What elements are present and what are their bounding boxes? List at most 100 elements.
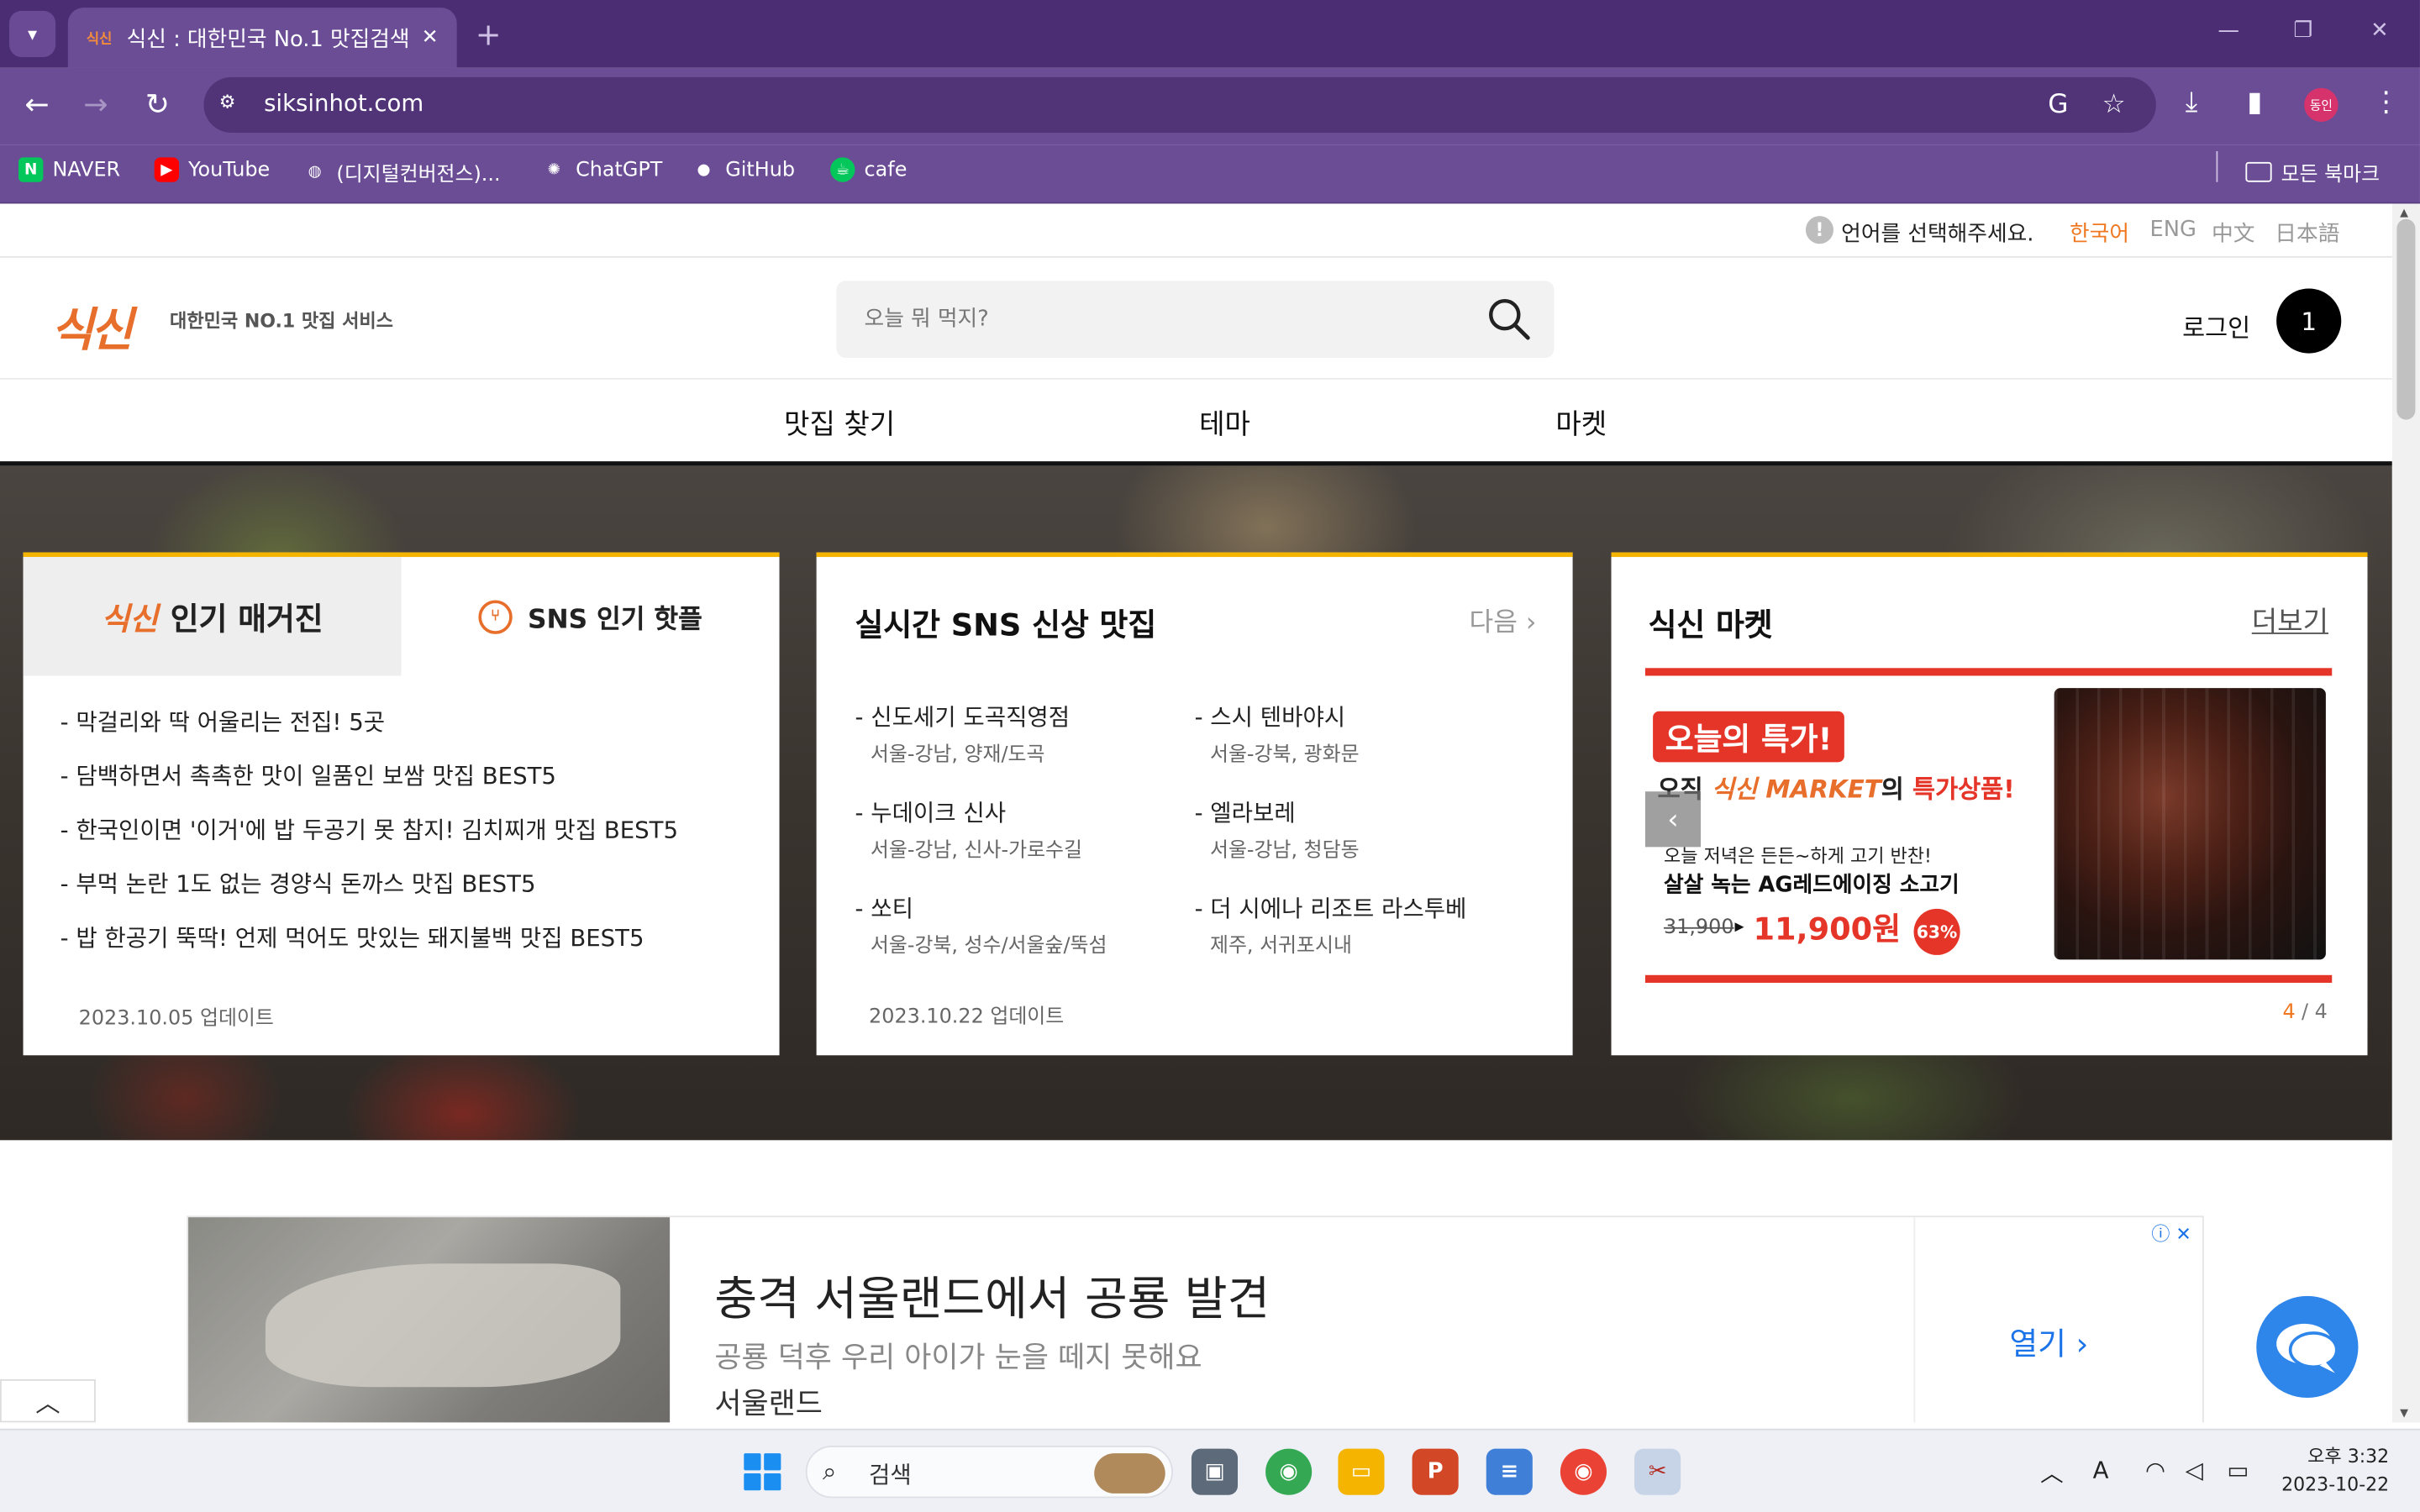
- forward-icon[interactable]: →: [77, 88, 114, 122]
- browser-toolbar: ← → ↻ ⚙ siksinhot.com G ☆ ⤓ ▮ 동인 ⋮: [0, 67, 2420, 145]
- bookmark-youtube[interactable]: ▶ YouTube: [154, 157, 271, 182]
- reload-icon[interactable]: ↻: [139, 88, 176, 122]
- download-icon[interactable]: ⤓: [2186, 87, 2198, 119]
- ad-banner[interactable]: 충격 서울랜드에서 공룡 발견 공룡 덕후 우리 아이가 눈을 떼지 못해요 서…: [187, 1215, 2204, 1423]
- bookmark-star-icon[interactable]: ☆: [2102, 90, 2126, 121]
- scroll-down-icon[interactable]: ▼: [2400, 1407, 2408, 1420]
- google-lens-icon[interactable]: G: [2048, 90, 2068, 121]
- deal-tag: 오늘의 특가!: [1653, 711, 1845, 763]
- nav-theme[interactable]: 테마: [1199, 402, 1250, 443]
- tab-popular-magazine[interactable]: 식신 인기 매거진: [23, 557, 402, 676]
- close-window-icon[interactable]: ✕: [2370, 18, 2389, 43]
- search-icon: ⌕: [822, 1456, 837, 1486]
- lang-japanese[interactable]: 日本語: [2275, 218, 2339, 249]
- sns-item[interactable]: - 더 시에나 리조트 라스투베 제주, 서귀포시내: [1195, 892, 1503, 958]
- magazine-tabs: 식신 인기 매거진 ⑂ SNS 인기 핫플: [23, 557, 780, 676]
- sns-title: 실시간 SNS 신상 맛집: [855, 606, 1157, 643]
- windows-start-icon[interactable]: [744, 1453, 781, 1491]
- sns-item[interactable]: - 스시 텐바야시 서울-강북, 광화문: [1195, 701, 1503, 767]
- windows-taskbar: ⌕ 검색 ▣ ◉ ▭ P ≡ ◉ ✂ ︿ A ◠ ◁ ▭ 오후 3:32 202…: [0, 1428, 2420, 1512]
- sns-item-location: 서울-강북, 성수/서울숲/뚝섬: [870, 935, 1107, 958]
- back-icon[interactable]: ←: [18, 88, 55, 122]
- bookmark-github[interactable]: ● GitHub: [692, 157, 795, 181]
- new-tab-button[interactable]: +: [476, 15, 502, 52]
- sns-item[interactable]: - 신도세기 도곡직영점 서울-강남, 양재/도곡: [855, 701, 1164, 767]
- carousel-prev-icon[interactable]: ‹: [1644, 791, 1702, 848]
- page-scrollbar[interactable]: ▲ ▼: [2391, 203, 2420, 1423]
- chrome-profile-icon[interactable]: ◉: [1560, 1448, 1607, 1495]
- tab-sns-hotplace[interactable]: ⑂ SNS 인기 핫플: [402, 557, 780, 675]
- volume-icon[interactable]: ◁: [2186, 1457, 2203, 1484]
- language-bar: ! 언어를 선택해주세요. 한국어 ENG 中文 日本語: [0, 203, 2392, 258]
- sns-item[interactable]: - 엘라보레 서울-강남, 청담동: [1194, 796, 1503, 862]
- search-icon[interactable]: [1486, 297, 1533, 343]
- tab-label: 인기 매거진: [170, 600, 324, 638]
- notepad-icon[interactable]: ≡: [1486, 1448, 1533, 1495]
- bookmark-label: NAVER: [52, 158, 121, 181]
- siksin-favicon: 식신: [86, 31, 113, 48]
- address-bar[interactable]: ⚙ siksinhot.com G ☆: [203, 76, 2156, 133]
- task-view-icon[interactable]: ▣: [1191, 1448, 1239, 1495]
- sns-item-location: 서울-강남, 신사-가로수길: [870, 839, 1082, 863]
- hero-banner: 식신 인기 매거진 ⑂ SNS 인기 핫플 - 막걸리와 딱 어울리는 전집! …: [0, 465, 2392, 1141]
- siksin-logo[interactable]: 식신: [51, 291, 134, 360]
- lang-english[interactable]: ENG: [2150, 218, 2196, 242]
- bookmark-digital[interactable]: ◍ (디지털컨버전스)...: [302, 157, 501, 187]
- profile-avatar[interactable]: 동인: [2304, 87, 2338, 123]
- scroll-up-icon[interactable]: ▲: [2400, 207, 2408, 219]
- battery-icon[interactable]: ▭: [2227, 1457, 2249, 1484]
- chrome-icon[interactable]: ◉: [1265, 1448, 1313, 1495]
- sns-item[interactable]: - 쏘티 서울-강북, 성수/서울숲/뚝섬: [855, 892, 1164, 958]
- restore-icon[interactable]: ❐: [2293, 18, 2312, 43]
- magazine-item[interactable]: - 한국인이면 '이거'에 밥 두공기 못 참지! 김치찌개 맛집 BEST5: [60, 813, 678, 867]
- market-promo-banner[interactable]: 오늘의 특가! 오직 식신 MARKET의 특가상품! 오늘 저녁은 든든~하게…: [1644, 668, 2333, 983]
- taskbar-search[interactable]: ⌕ 검색: [805, 1445, 1173, 1499]
- web-page: ! 언어를 선택해주세요. 한국어 ENG 中文 日本語 식신 대한민국 NO.…: [0, 203, 2392, 1423]
- tab-search-button[interactable]: ▾: [9, 10, 56, 57]
- nav-market[interactable]: 마켓: [1555, 402, 1607, 443]
- magazine-item[interactable]: - 밥 한공기 뚝딱! 언제 먹어도 맛있는 돼지불백 맛집 BEST5: [60, 921, 678, 975]
- bookmark-naver[interactable]: N NAVER: [18, 157, 121, 182]
- system-clock[interactable]: 오후 3:32 2023-10-22: [2281, 1442, 2389, 1498]
- bookmark-label: cafe: [864, 158, 908, 181]
- magazine-item[interactable]: - 막걸리와 딱 어울리는 전집! 5곳: [60, 705, 678, 759]
- powerpoint-icon[interactable]: P: [1412, 1448, 1459, 1495]
- more-link[interactable]: 더보기: [2252, 600, 2328, 640]
- ime-icon[interactable]: A: [2093, 1457, 2109, 1484]
- scrollbar-thumb[interactable]: [2396, 218, 2416, 420]
- scroll-top-button[interactable]: ︿: [0, 1379, 96, 1423]
- notification-badge[interactable]: 1: [2276, 288, 2342, 354]
- site-info-icon[interactable]: ⚙: [219, 91, 247, 118]
- minimize-icon[interactable]: —: [2217, 18, 2239, 43]
- url-text[interactable]: siksinhot.com: [264, 90, 424, 118]
- bookmark-chatgpt[interactable]: ✺ ChatGPT: [542, 157, 663, 181]
- search-input[interactable]: [864, 302, 1466, 337]
- file-explorer-icon[interactable]: ▭: [1338, 1448, 1385, 1495]
- magazine-item[interactable]: - 부먹 논란 1도 없는 경양식 돈까스 맛집 BEST5: [60, 867, 678, 921]
- next-button[interactable]: 다음 ›: [1470, 600, 1537, 639]
- ad-info-close-icon[interactable]: ⓘ ✕: [2151, 1221, 2191, 1247]
- all-bookmarks[interactable]: 모든 북마크: [2245, 157, 2380, 186]
- bookmark-label: YouTube: [188, 158, 271, 181]
- chat-button[interactable]: [2256, 1295, 2359, 1399]
- sns-item-name: - 엘라보레: [1194, 799, 1296, 827]
- snipping-tool-icon[interactable]: ✂: [1634, 1448, 1681, 1495]
- bookmark-separator: [2216, 150, 2218, 182]
- bookmark-cafe[interactable]: ☕ cafe: [830, 157, 908, 182]
- language-prompt: 언어를 선택해주세요.: [1841, 222, 2034, 247]
- login-link[interactable]: 로그인: [2182, 307, 2250, 344]
- ad-divider: [1913, 1217, 1916, 1423]
- nav-find-restaurants[interactable]: 맛집 찾기: [784, 402, 895, 443]
- browser-tab[interactable]: 식신 식신 : 대한민국 No.1 맛집검색 ✕: [67, 8, 457, 68]
- side-panel-icon[interactable]: ▮: [2247, 87, 2262, 119]
- magazine-item[interactable]: - 담백하면서 촉촉한 맛이 일품인 보쌈 맛집 BEST5: [60, 759, 678, 813]
- wifi-icon[interactable]: ◠: [2145, 1457, 2165, 1484]
- menu-icon[interactable]: ⋮: [2372, 87, 2400, 119]
- lang-chinese[interactable]: 中文: [2212, 218, 2254, 249]
- promo-subline: 오늘 저녁은 든든~하게 고기 반찬!: [1663, 845, 1932, 868]
- tray-chevron-icon[interactable]: ︿: [2040, 1457, 2064, 1489]
- sns-item[interactable]: - 누데이크 신사 서울-강남, 신사-가로수길: [855, 796, 1164, 863]
- ad-open-button[interactable]: 열기 ›: [2009, 1319, 2088, 1363]
- lang-korean[interactable]: 한국어: [2070, 218, 2129, 249]
- close-tab-icon[interactable]: ✕: [422, 26, 439, 50]
